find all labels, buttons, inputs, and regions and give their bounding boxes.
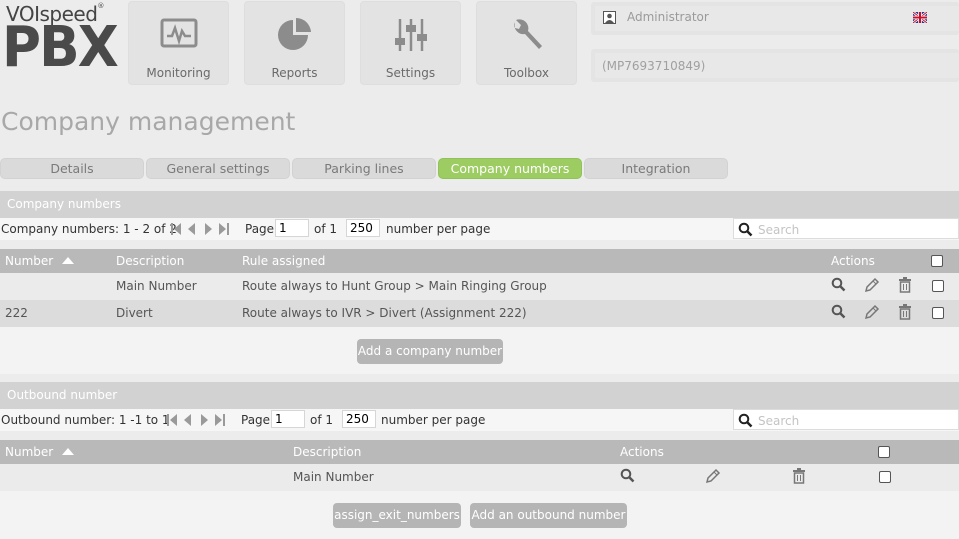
delete-icon[interactable] xyxy=(898,277,912,293)
tab-general-settings[interactable]: General settings xyxy=(146,158,290,179)
table-row: Main Number Route always to Hunt Group >… xyxy=(0,273,959,300)
logo-product: PBX xyxy=(2,15,119,80)
nav-label: Toolbox xyxy=(504,66,549,80)
add-outbound-number-button[interactable]: Add an outbound number xyxy=(470,503,627,528)
outbound-range: Outbound number: 1 -1 to 1 xyxy=(1,413,170,427)
table-row: 222 Divert Route always to IVR > Divert … xyxy=(0,300,959,327)
per-page-label: number per page xyxy=(381,413,486,427)
col-number[interactable]: Number xyxy=(5,254,75,268)
col-actions: Actions xyxy=(831,254,875,268)
nav-toolbox[interactable]: Toolbox xyxy=(476,1,577,85)
page-of: of 1 xyxy=(314,222,338,236)
nav-label: Monitoring xyxy=(146,66,211,80)
search-input[interactable] xyxy=(756,411,950,430)
row-description: Main Number xyxy=(293,470,374,484)
outbound-search[interactable] xyxy=(733,409,959,430)
page-title: Company management xyxy=(1,107,296,136)
row-rule: Route always to IVR > Divert (Assignment… xyxy=(242,306,527,320)
page-label: Page xyxy=(245,222,275,236)
delete-icon[interactable] xyxy=(898,304,912,320)
row-number: 222 xyxy=(5,306,28,320)
nav-settings[interactable]: Settings xyxy=(360,1,461,85)
select-all-checkbox[interactable] xyxy=(931,255,943,267)
last-page-icon[interactable] xyxy=(217,221,232,237)
view-icon[interactable] xyxy=(831,277,846,292)
tab-integration[interactable]: Integration xyxy=(584,158,728,179)
row-checkbox[interactable] xyxy=(879,471,891,483)
edit-icon[interactable] xyxy=(864,304,880,320)
outbound-table-header: Number Description Actions xyxy=(0,440,959,464)
assign-exit-numbers-button[interactable]: assign_exit_numbers xyxy=(333,503,461,528)
row-description: Main Number xyxy=(116,279,197,293)
page-input[interactable] xyxy=(275,219,309,237)
view-icon[interactable] xyxy=(831,304,846,319)
search-icon xyxy=(738,413,753,428)
nav-reports[interactable]: Reports xyxy=(244,1,345,85)
edit-icon[interactable] xyxy=(705,468,721,484)
row-checkbox[interactable] xyxy=(932,307,944,319)
row-checkbox[interactable] xyxy=(932,280,944,292)
row-description: Divert xyxy=(116,306,153,320)
nav-label: Reports xyxy=(271,66,318,80)
wrench-icon xyxy=(513,19,542,49)
col-description: Description xyxy=(293,445,362,459)
nav-monitoring[interactable]: Monitoring xyxy=(128,1,229,85)
sort-asc-icon xyxy=(62,257,75,264)
outbound-section-title: Outbound number xyxy=(0,382,959,409)
page-input[interactable] xyxy=(271,410,305,428)
company-numbers-range: Company numbers: 1 - 2 of 2 xyxy=(1,222,177,236)
delete-icon[interactable] xyxy=(792,468,806,484)
tab-parking-lines[interactable]: Parking lines xyxy=(292,158,436,179)
uk-flag-icon[interactable] xyxy=(913,12,927,23)
nav-label: Settings xyxy=(385,66,436,80)
tab-details[interactable]: Details xyxy=(0,158,144,179)
pie-chart-icon xyxy=(277,17,311,50)
last-page-icon[interactable] xyxy=(213,412,228,428)
add-company-number-button[interactable]: Add a company number xyxy=(357,339,503,364)
tab-company-numbers[interactable]: Company numbers xyxy=(438,158,582,179)
first-page-icon[interactable] xyxy=(167,412,181,428)
company-numbers-table-header: Number Description Rule assigned Actions xyxy=(0,249,959,273)
col-number[interactable]: Number xyxy=(5,445,75,459)
sliders-icon xyxy=(394,19,427,51)
sort-asc-icon xyxy=(62,448,75,455)
user-name: Administrator xyxy=(627,10,709,24)
user-icon xyxy=(603,11,616,24)
col-rule: Rule assigned xyxy=(242,254,326,268)
prev-page-icon[interactable] xyxy=(187,221,199,237)
account-id: (MP7693710849) xyxy=(602,59,706,73)
col-description: Description xyxy=(116,254,185,268)
page-label: Page xyxy=(241,413,271,427)
row-rule: Route always to Hunt Group > Main Ringin… xyxy=(242,279,547,293)
per-page-input[interactable] xyxy=(346,219,380,237)
company-numbers-search[interactable] xyxy=(733,218,959,239)
monitoring-icon xyxy=(160,18,197,48)
view-icon[interactable] xyxy=(620,468,635,483)
edit-icon[interactable] xyxy=(864,277,880,293)
company-numbers-section-title: Company numbers xyxy=(0,191,959,218)
per-page-label: number per page xyxy=(386,222,491,236)
search-icon xyxy=(738,222,753,237)
prev-page-icon[interactable] xyxy=(183,412,195,428)
next-page-icon[interactable] xyxy=(199,412,211,428)
next-page-icon[interactable] xyxy=(203,221,215,237)
page-of: of 1 xyxy=(310,413,334,427)
select-all-checkbox[interactable] xyxy=(878,446,890,458)
col-actions: Actions xyxy=(620,445,664,459)
search-input[interactable] xyxy=(756,220,950,239)
table-row: Main Number xyxy=(0,464,959,491)
per-page-input[interactable] xyxy=(342,410,376,428)
first-page-icon[interactable] xyxy=(171,221,185,237)
